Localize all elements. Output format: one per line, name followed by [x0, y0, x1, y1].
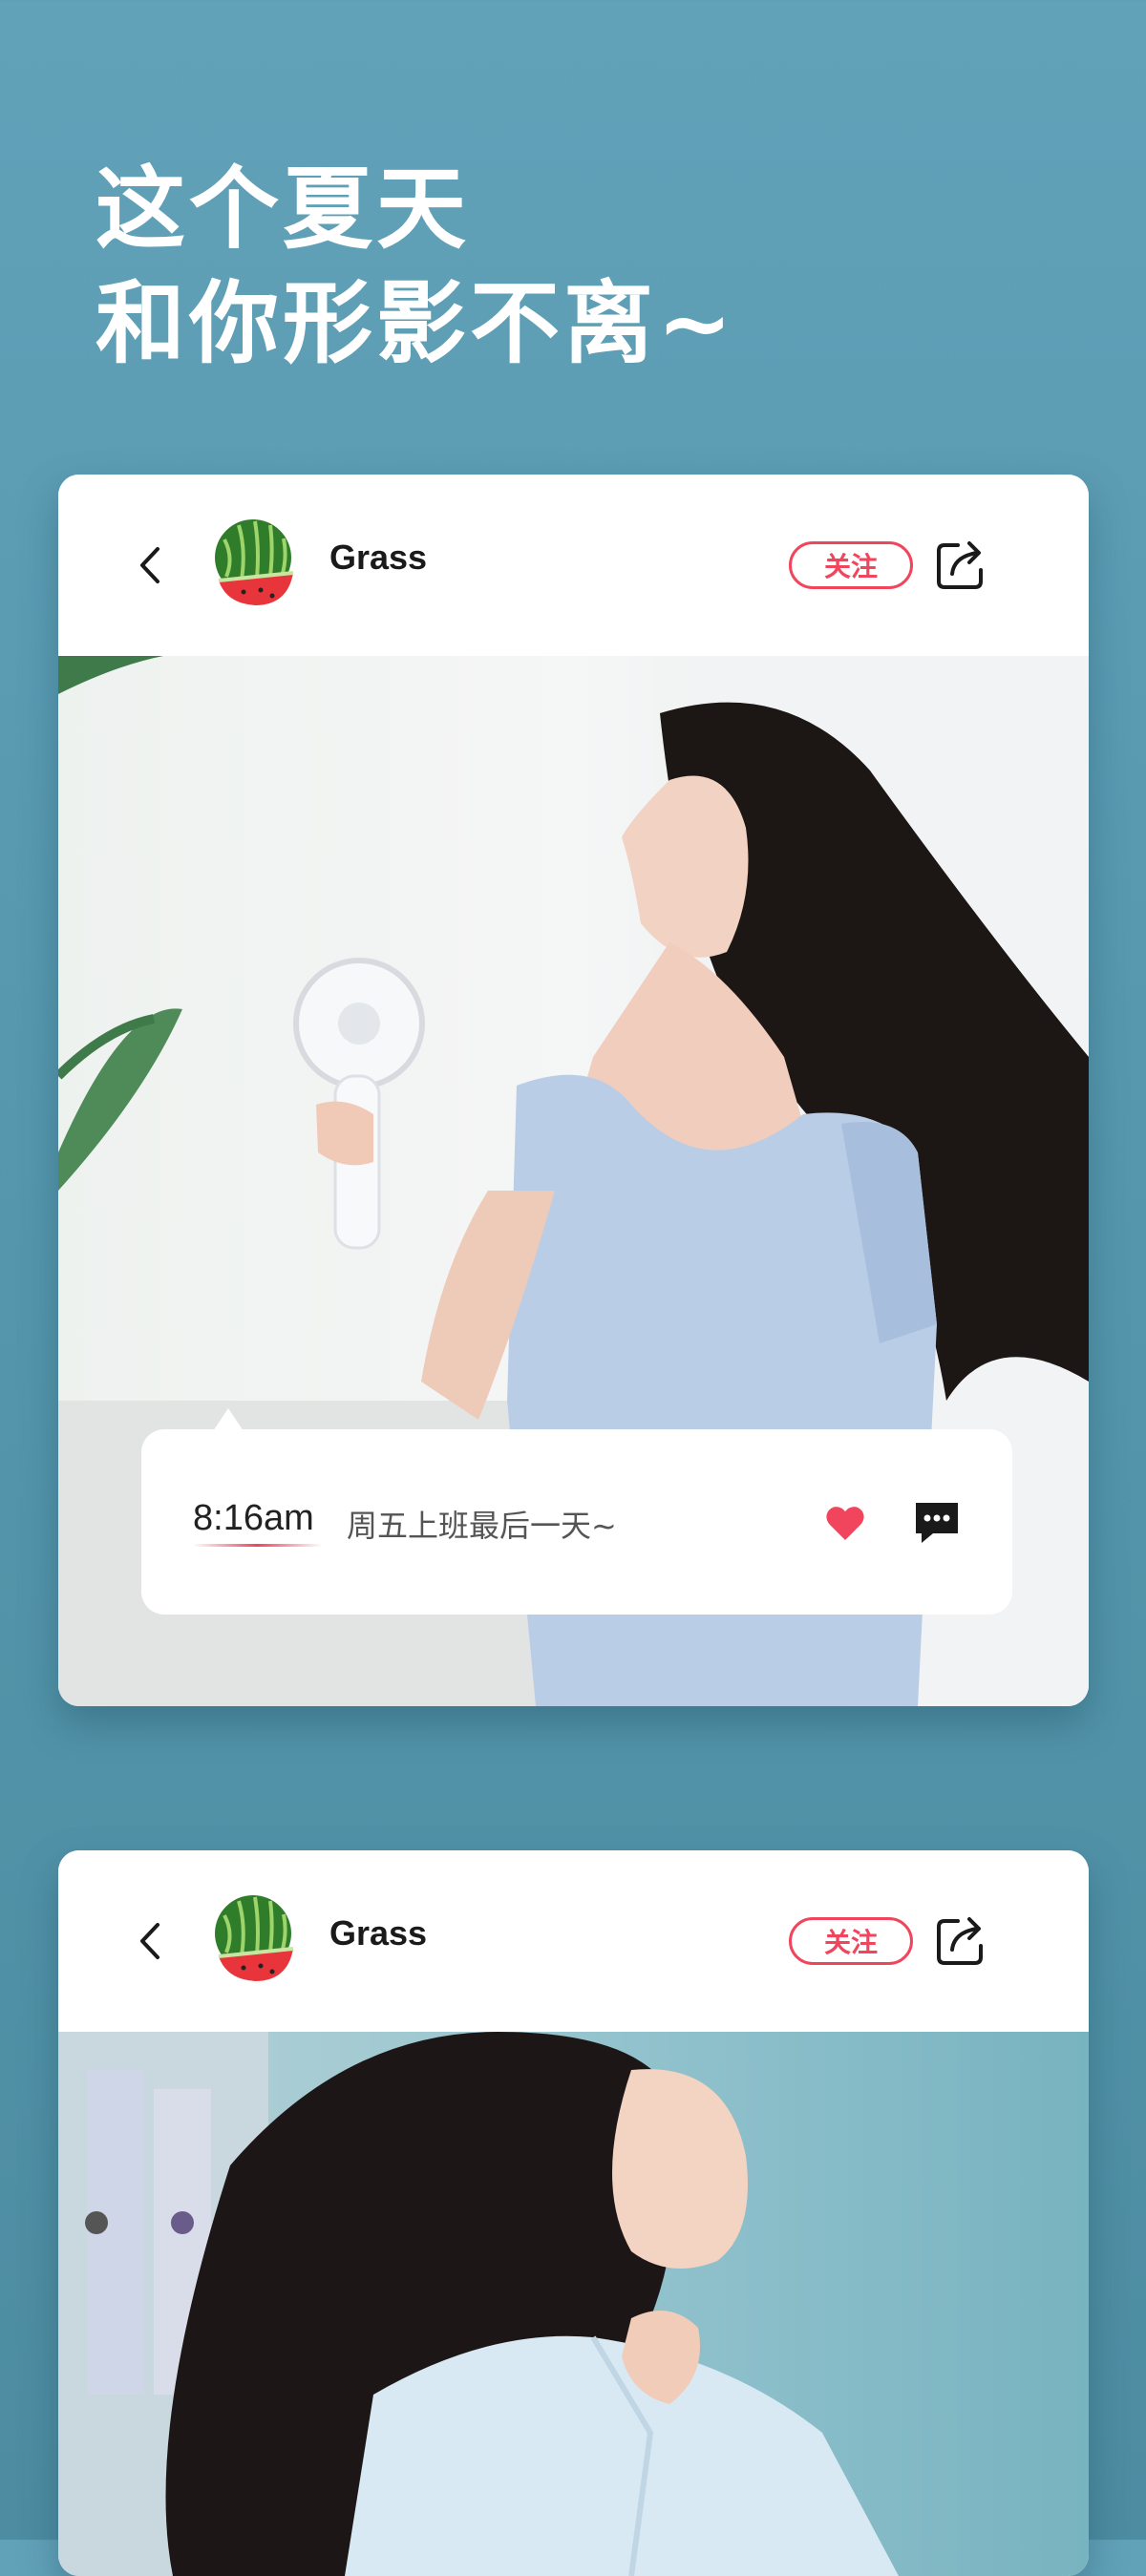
follow-button[interactable]: 关注: [789, 1917, 913, 1965]
post-card: Grass 关注: [58, 475, 1089, 1706]
post-photo[interactable]: [58, 2032, 1089, 2576]
bubble-tail: [213, 1408, 244, 1431]
watermelon-avatar-icon: [205, 516, 301, 611]
avatar[interactable]: [205, 1891, 301, 1987]
promo-headline: 这个夏天 和你形影不离~: [96, 153, 736, 382]
comment-icon[interactable]: [912, 1499, 962, 1547]
watermelon-avatar-icon: [205, 1891, 301, 1987]
username[interactable]: Grass: [329, 1913, 427, 1953]
headline-line-1: 这个夏天: [96, 158, 471, 262]
follow-button[interactable]: 关注: [789, 541, 913, 589]
post-card: Grass 关注: [58, 1850, 1089, 2576]
username[interactable]: Grass: [329, 538, 427, 578]
post-header: Grass 关注: [58, 475, 1089, 656]
post-header: Grass 关注: [58, 1850, 1089, 2032]
heart-icon[interactable]: [824, 1504, 866, 1542]
back-arrow-icon[interactable]: [133, 1919, 167, 1963]
post-time: 8:16am: [193, 1498, 314, 1538]
share-icon[interactable]: [935, 538, 988, 591]
avatar[interactable]: [205, 516, 301, 611]
caption-bubble: 8:16am 周五上班最后一天~: [141, 1408, 1012, 1615]
time-underline: [193, 1544, 322, 1547]
share-icon[interactable]: [935, 1913, 988, 1967]
back-arrow-icon[interactable]: [133, 543, 167, 587]
headline-line-2: 和你形影不离~: [96, 272, 736, 376]
caption-text: 周五上班最后一天~: [347, 1508, 617, 1544]
